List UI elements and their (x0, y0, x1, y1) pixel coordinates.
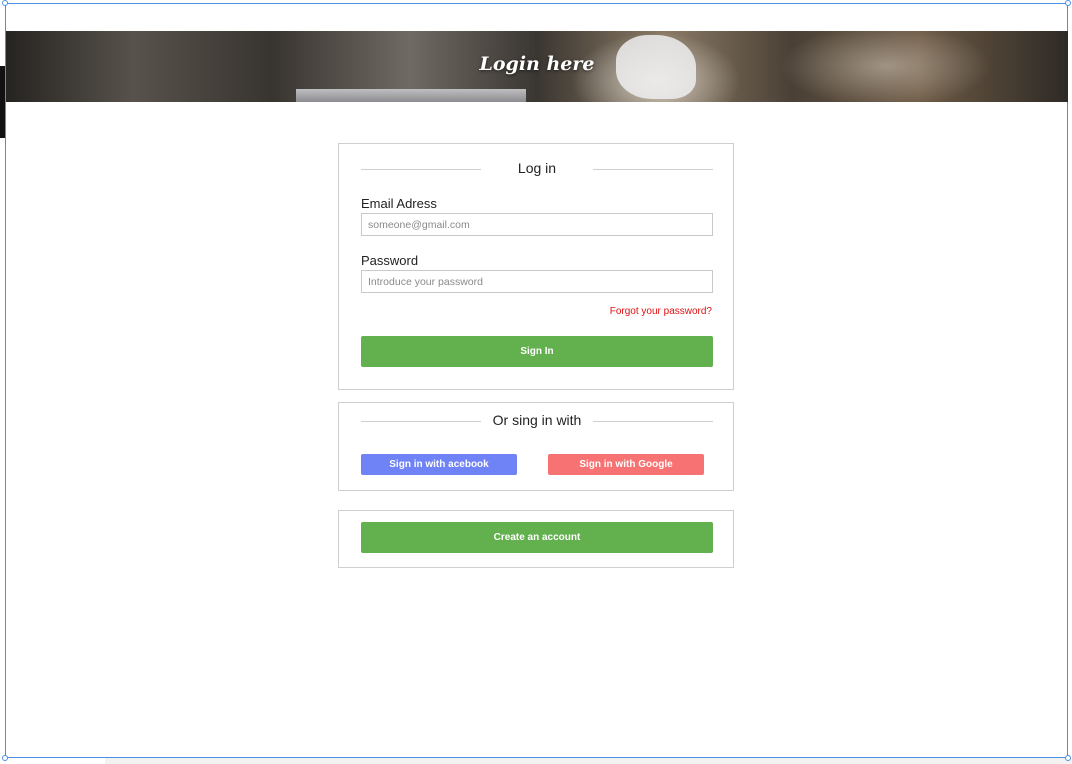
selection-handle-bottom-right[interactable] (1065, 755, 1071, 761)
social-heading-divider: Or sing in with (361, 412, 713, 432)
login-heading-divider: Log in (361, 160, 713, 180)
bottom-edge-shadow (105, 758, 1072, 764)
email-label: Email Adress (361, 196, 437, 211)
selection-handle-bottom-left[interactable] (2, 755, 8, 761)
banner-title: Login here (479, 53, 595, 75)
login-heading: Log in (517, 160, 557, 176)
forgot-password-link[interactable]: Forgot your password? (610, 306, 712, 317)
password-label: Password (361, 253, 419, 268)
email-field[interactable] (361, 213, 713, 236)
selection-handle-top-left[interactable] (2, 0, 8, 6)
create-account-button[interactable]: Create an account (361, 522, 713, 553)
password-field[interactable] (361, 270, 713, 293)
google-sign-in-button[interactable]: Sign in with Google (548, 454, 704, 475)
divider-line (593, 421, 713, 422)
header-banner: Login here (6, 31, 1068, 102)
banner-photo-detail (296, 89, 526, 102)
login-card: Log in Email Adress Password Forgot your… (338, 143, 734, 390)
social-heading: Or sing in with (492, 412, 582, 428)
social-login-card: Or sing in with Sign in with acebook Sig… (338, 402, 734, 491)
create-account-card: Create an account (338, 510, 734, 568)
selection-handle-top-right[interactable] (1065, 0, 1071, 6)
sign-in-button[interactable]: Sign In (361, 336, 713, 367)
facebook-sign-in-button[interactable]: Sign in with acebook (361, 454, 517, 475)
divider-line (593, 169, 713, 170)
